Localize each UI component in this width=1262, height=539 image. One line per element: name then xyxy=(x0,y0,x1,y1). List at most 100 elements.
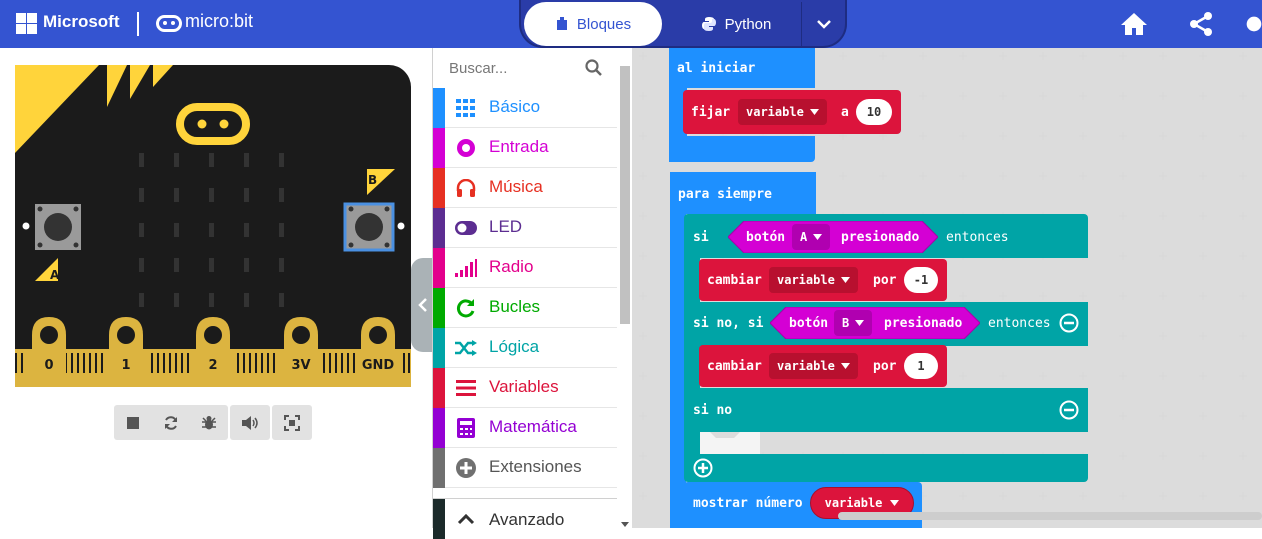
button-b-value: B xyxy=(842,316,850,330)
variable-name: variable xyxy=(824,496,883,510)
blocks-workspace[interactable]: al iniciar fijar variable a 10 para siem… xyxy=(632,48,1262,528)
calculator-icon xyxy=(455,418,477,438)
button-b-label: B xyxy=(368,173,377,187)
target-icon xyxy=(455,138,477,158)
search-input[interactable] xyxy=(449,56,589,80)
button-a-label: A xyxy=(50,268,60,282)
category-label: Entrada xyxy=(489,137,549,156)
button-a-dropdown[interactable]: A xyxy=(792,224,831,250)
home-button[interactable] xyxy=(1118,8,1150,40)
category-label: Extensiones xyxy=(489,457,582,476)
category-music[interactable]: Música xyxy=(433,168,617,208)
category-label: Radio xyxy=(489,257,534,276)
value-input[interactable]: 1 xyxy=(904,353,938,379)
button-b-dropdown[interactable]: B xyxy=(834,310,873,336)
workspace-horizontal-scrollbar[interactable] xyxy=(838,512,1262,520)
value-input[interactable]: 10 xyxy=(856,99,892,125)
share-icon xyxy=(1190,12,1212,36)
remove-branch-icon[interactable] xyxy=(1059,313,1079,333)
caret-down-icon xyxy=(840,363,850,369)
toolbox-scrollbar[interactable] xyxy=(619,62,631,528)
restart-button[interactable] xyxy=(152,405,190,440)
blocks-mode-button[interactable]: Bloques xyxy=(524,2,662,46)
python-mode-button[interactable]: Python xyxy=(671,2,801,46)
if-label: si xyxy=(693,230,709,245)
category-loops[interactable]: Bucles xyxy=(433,288,617,328)
variable-dropdown[interactable]: variable xyxy=(769,267,858,293)
category-logic[interactable]: Lógica xyxy=(433,328,617,368)
category-label: Bucles xyxy=(489,297,541,316)
category-advanced[interactable]: Avanzado xyxy=(433,498,617,539)
list-icon xyxy=(455,378,477,398)
category-led[interactable]: LED xyxy=(433,208,617,248)
debug-button[interactable] xyxy=(190,405,228,440)
search-icon[interactable] xyxy=(585,59,603,77)
python-mode-label: Python xyxy=(724,15,772,33)
refresh-icon xyxy=(165,415,177,430)
variable-dropdown[interactable]: variable xyxy=(769,353,858,379)
pressed-label: presionado xyxy=(841,230,920,245)
fullscreen-icon xyxy=(284,414,300,431)
category-label: Variables xyxy=(489,377,559,396)
language-dropdown[interactable] xyxy=(801,2,845,46)
pin-gnd-label: GND xyxy=(362,358,395,373)
caret-down-icon xyxy=(809,109,819,115)
else-if-label: si no, si xyxy=(693,316,764,331)
grid-icon xyxy=(455,98,477,118)
else-label: si no xyxy=(693,403,733,418)
blocks-mode-label: Bloques xyxy=(576,15,632,33)
toolbox-search xyxy=(433,48,617,88)
show-number-label: mostrar número xyxy=(693,496,803,511)
category-label: Matemática xyxy=(489,417,577,436)
editor-mode-switch: Bloques Python xyxy=(519,0,847,48)
by-label: por xyxy=(873,273,897,288)
chevron-left-icon xyxy=(418,298,427,312)
button-a-value: A xyxy=(800,230,808,244)
variable-name: variable xyxy=(777,273,835,287)
header-divider xyxy=(137,12,139,36)
value-input[interactable]: -1 xyxy=(904,267,938,293)
top-bar: Microsoft micro:bit Bloques Python xyxy=(0,0,1262,48)
microsoft-logo-icon xyxy=(16,13,37,34)
category-radio[interactable]: Radio xyxy=(433,248,617,288)
on-start-label: al iniciar xyxy=(677,61,756,76)
stop-icon xyxy=(127,416,139,429)
empty-slot xyxy=(700,432,760,454)
category-extensions[interactable]: Extensiones xyxy=(433,448,617,488)
add-branch-icon[interactable] xyxy=(693,458,713,478)
stop-button[interactable] xyxy=(114,405,152,440)
headphones-icon xyxy=(455,178,477,198)
caret-down-icon xyxy=(855,320,865,326)
microbit-board[interactable]: A B 0 1 2 3V GND xyxy=(15,65,411,387)
mute-button[interactable] xyxy=(230,405,270,440)
microbit-brand[interactable]: micro:bit xyxy=(185,11,253,32)
remove-else-icon[interactable] xyxy=(1059,400,1079,420)
category-variables[interactable]: Variables xyxy=(433,368,617,408)
variable-name: variable xyxy=(777,359,835,373)
microbit-logo-icon xyxy=(156,15,182,32)
chevron-down-icon xyxy=(816,20,831,29)
shuffle-icon xyxy=(455,338,477,358)
pin-1-label: 1 xyxy=(121,358,130,373)
simulator-panel: A B 0 1 2 3V GND xyxy=(0,48,435,528)
caret-down-icon xyxy=(813,234,823,240)
toggle-icon xyxy=(455,218,477,238)
category-label: Básico xyxy=(489,97,541,116)
category-basic[interactable]: Básico xyxy=(433,88,617,128)
category-input[interactable]: Entrada xyxy=(433,128,617,168)
caret-down-icon xyxy=(890,500,900,506)
then-label: entonces xyxy=(946,230,1009,245)
share-button[interactable] xyxy=(1185,8,1217,40)
plus-circle-icon xyxy=(455,458,477,478)
by-label: por xyxy=(873,359,897,374)
category-label: Lógica xyxy=(489,337,540,356)
refresh-icon xyxy=(455,298,477,318)
forever-label: para siempre xyxy=(678,187,772,202)
help-button[interactable] xyxy=(1246,8,1262,40)
then-label: entonces xyxy=(988,316,1051,331)
category-math[interactable]: Matemática xyxy=(433,408,617,448)
variable-name: variable xyxy=(746,105,804,119)
fullscreen-button[interactable] xyxy=(272,405,312,440)
pin-0-label: 0 xyxy=(44,358,53,373)
variable-dropdown[interactable]: variable xyxy=(738,99,827,125)
